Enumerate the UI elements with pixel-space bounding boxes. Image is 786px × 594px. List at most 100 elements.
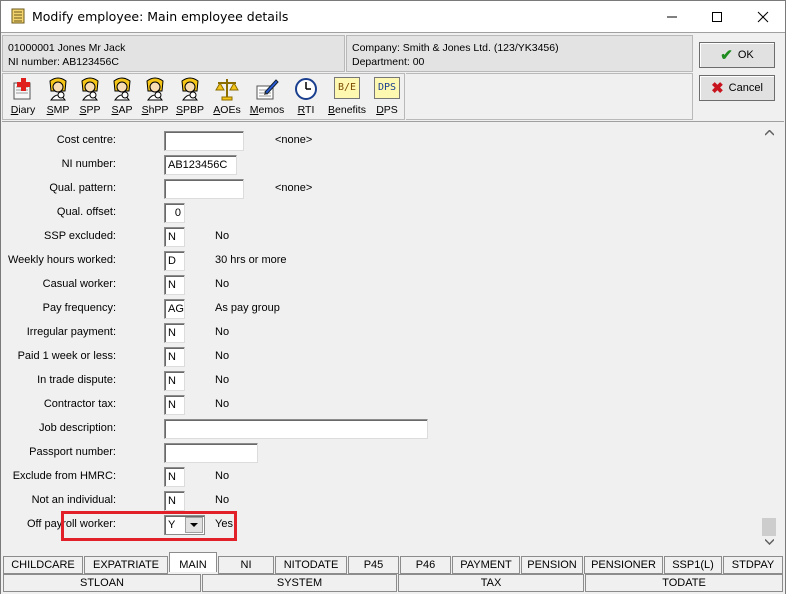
scroll-up-button[interactable] [760, 124, 778, 141]
form-row-casual-worker: Casual worker: N No [2, 274, 742, 295]
form-row-qual-pattern: Qual. pattern: <none> [2, 178, 742, 199]
irregular-payment-input[interactable]: N [164, 323, 185, 343]
dps-icon: DPS [374, 77, 400, 99]
tab-stdpay[interactable]: STDPAY [723, 556, 783, 574]
exclude-hmrc-input[interactable]: N [164, 467, 185, 487]
toolbar-aoes-button[interactable]: AOEs [211, 77, 243, 119]
tab-stloan[interactable]: STLOAN [3, 574, 201, 592]
form-row-ni-number: NI number: AB123456C [2, 154, 742, 175]
form-row-not-individual: Not an individual: N No [2, 490, 742, 511]
form-row-trade-dispute: In trade dispute: N No [2, 370, 742, 391]
modify-employee-window: Modify employee: Main employee details 0… [0, 0, 786, 594]
maximize-button[interactable] [694, 1, 739, 32]
tab-ssp1l[interactable]: SSP1(L) [664, 556, 722, 574]
clock-icon [295, 78, 317, 100]
qual-offset-input[interactable]: 0 [164, 203, 185, 223]
cancel-x-icon: ✖ [711, 79, 724, 97]
passport-number-input[interactable] [164, 443, 258, 463]
contractor-tax-input[interactable]: N [164, 395, 185, 415]
spp-person-icon [81, 77, 99, 101]
close-icon [757, 11, 768, 22]
tab-payment[interactable]: PAYMENT [452, 556, 520, 574]
minimize-icon [666, 16, 677, 17]
toolbar-rti-button[interactable]: RTI [291, 77, 321, 119]
toolbar-benefits-button[interactable]: B/E Benefits [325, 77, 369, 119]
chevron-up-icon [764, 129, 774, 136]
weekly-hours-input[interactable]: D [164, 251, 185, 271]
toolbar-spp-button[interactable]: SPP [75, 77, 105, 119]
casual-worker-input[interactable]: N [164, 275, 185, 295]
tab-main[interactable]: MAIN [169, 552, 217, 572]
vertical-scrollbar[interactable] [760, 122, 778, 552]
ssp-excluded-input[interactable]: N [164, 227, 185, 247]
form-area: Cost centre: <none> NI number: AB123456C… [2, 121, 784, 551]
tab-tax[interactable]: TAX [398, 574, 584, 592]
tab-p45[interactable]: P45 [348, 556, 399, 574]
ok-button[interactable]: ✔ OK [699, 42, 775, 68]
smp-person-icon [49, 77, 67, 101]
employee-name: 01000001 Jones Mr Jack [8, 42, 126, 54]
toolbar-memos-button[interactable]: Memos [249, 77, 285, 119]
cost-centre-input[interactable] [164, 131, 244, 151]
scroll-down-button[interactable] [760, 533, 778, 550]
not-individual-input[interactable]: N [164, 491, 185, 511]
company-info: Company: Smith & Jones Ltd. (123/YK3456)… [346, 35, 693, 72]
form-row-weekly-hours: Weekly hours worked: D 30 hrs or more [2, 250, 742, 271]
tab-expatriate[interactable]: EXPATRIATE [84, 556, 168, 574]
form-row-contractor-tax: Contractor tax: N No [2, 394, 742, 415]
toolbar-sap-button[interactable]: SAP [107, 77, 137, 119]
shpp-person-icon [146, 77, 164, 101]
qual-pattern-input[interactable] [164, 179, 244, 199]
close-button[interactable] [740, 1, 785, 32]
job-description-input[interactable] [164, 419, 428, 439]
window-title: Modify employee: Main employee details [32, 9, 289, 24]
company-name: Company: Smith & Jones Ltd. (123/YK3456) [352, 42, 559, 54]
app-icon [11, 8, 25, 24]
tab-ni[interactable]: NI [218, 556, 274, 574]
chevron-down-icon [764, 538, 774, 545]
tab-p46[interactable]: P46 [400, 556, 451, 574]
employee-info: 01000001 Jones Mr Jack NI number: AB1234… [2, 35, 345, 72]
tab-childcare[interactable]: CHILDCARE [3, 556, 83, 574]
form-row-ssp-excluded: SSP excluded: N No [2, 226, 742, 247]
spbp-person-icon [181, 77, 199, 101]
sap-person-icon [113, 77, 131, 101]
paid-1-week-input[interactable]: N [164, 347, 185, 367]
form-row-irregular-payment: Irregular payment: N No [2, 322, 742, 343]
employee-ni: NI number: AB123456C [8, 56, 119, 68]
form-row-qual-offset: Qual. offset: 0 [2, 202, 742, 223]
trade-dispute-input[interactable]: N [164, 371, 185, 391]
minimize-button[interactable] [649, 1, 694, 32]
memo-pen-icon [256, 79, 279, 100]
toolbar-shpp-button[interactable]: ShPP [139, 77, 171, 119]
form-row-passport-number: Passport number: [2, 442, 742, 463]
form-row-cost-centre: Cost centre: <none> [2, 130, 742, 151]
toolbar-spacer [406, 73, 693, 120]
tab-pensioner[interactable]: PENSIONER [584, 556, 663, 574]
maximize-icon [711, 11, 722, 22]
pay-frequency-input[interactable]: AG [164, 299, 185, 319]
toolbar-diary-button[interactable]: Diary [8, 77, 38, 119]
form-row-exclude-hmrc: Exclude from HMRC: N No [2, 466, 742, 487]
tab-todate[interactable]: TODATE [585, 574, 783, 592]
highlight-box [61, 511, 237, 541]
tab-bar: CHILDCARE EXPATRIATE MAIN NI NITODATE P4… [1, 552, 785, 594]
scales-icon [215, 79, 239, 101]
header-area: 01000001 Jones Mr Jack NI number: AB1234… [1, 32, 785, 120]
tab-pension[interactable]: PENSION [521, 556, 583, 574]
department: Department: 00 [352, 56, 425, 68]
be-icon: B/E [334, 77, 360, 99]
tab-system[interactable]: SYSTEM [202, 574, 397, 592]
toolbar-dps-button[interactable]: DPS DPS [371, 77, 403, 119]
toolbar: Diary SMP SPP SAP ShPP SPBP AOEs Memos R… [2, 73, 405, 120]
form-row-paid-1-week: Paid 1 week or less: N No [2, 346, 742, 367]
diary-icon [13, 78, 31, 100]
tab-nitodate[interactable]: NITODATE [275, 556, 347, 574]
ni-number-input[interactable]: AB123456C [164, 155, 237, 175]
toolbar-smp-button[interactable]: SMP [43, 77, 73, 119]
toolbar-spbp-button[interactable]: SPBP [174, 77, 206, 119]
check-icon: ✔ [720, 46, 733, 64]
form-row-job-description: Job description: [2, 418, 742, 439]
form-row-pay-frequency: Pay frequency: AG As pay group [2, 298, 742, 319]
cancel-button[interactable]: ✖ Cancel [699, 75, 775, 101]
